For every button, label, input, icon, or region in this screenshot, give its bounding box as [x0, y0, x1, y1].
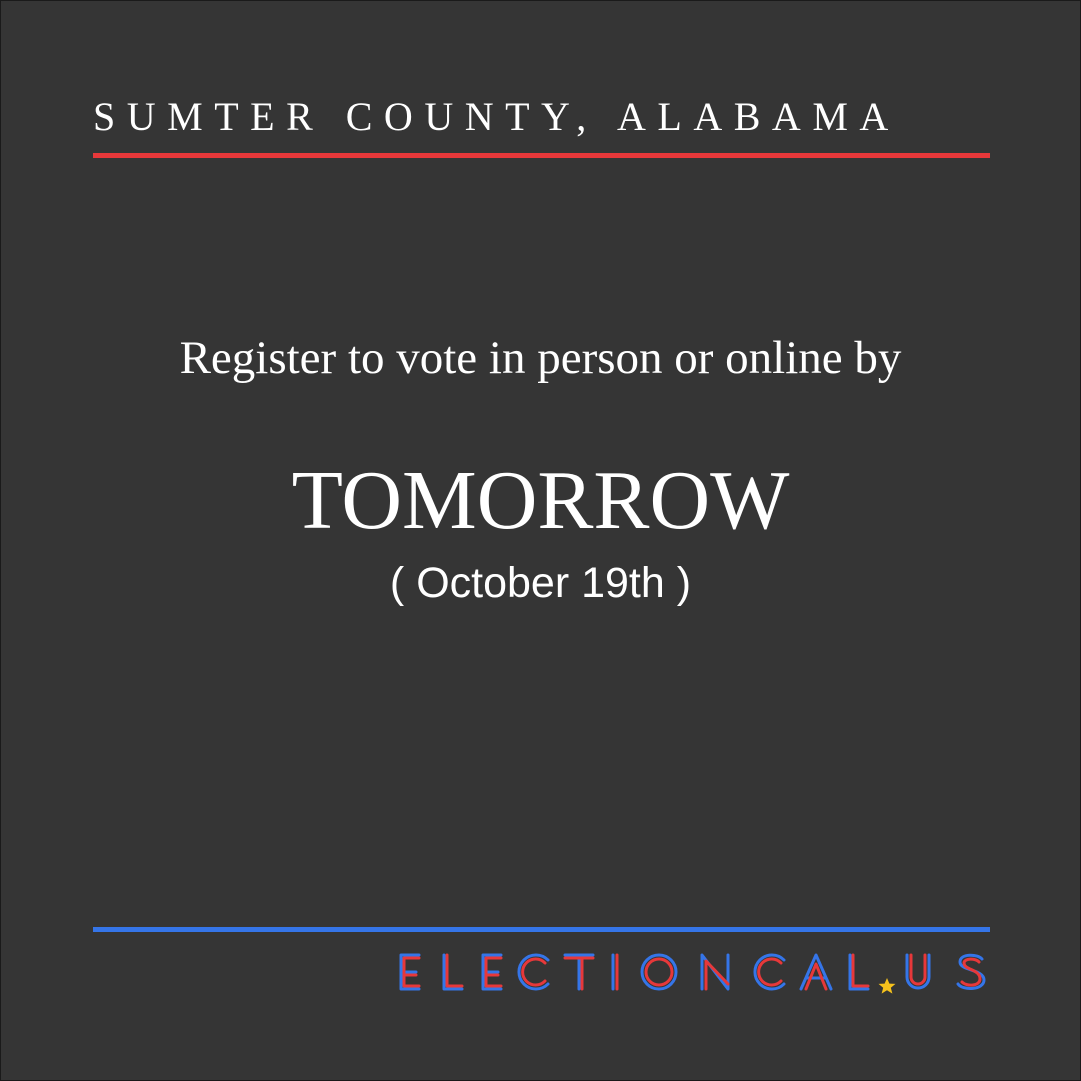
top-divider — [93, 153, 990, 158]
deadline-date: ( October 19th ) — [389, 559, 692, 607]
star-icon — [878, 978, 896, 994]
electioncal-logo — [397, 948, 991, 998]
register-text: Register to vote in person or online by — [179, 332, 902, 384]
deadline-heading: TOMORROW — [291, 454, 790, 547]
announcement-card: SUMTER COUNTY, ALABAMA Register to vote … — [0, 0, 1081, 1081]
bottom-divider — [93, 927, 990, 932]
county-title: SUMTER COUNTY, ALABAMA — [93, 94, 900, 139]
electioncal-logo-wordmark — [399, 953, 986, 994]
